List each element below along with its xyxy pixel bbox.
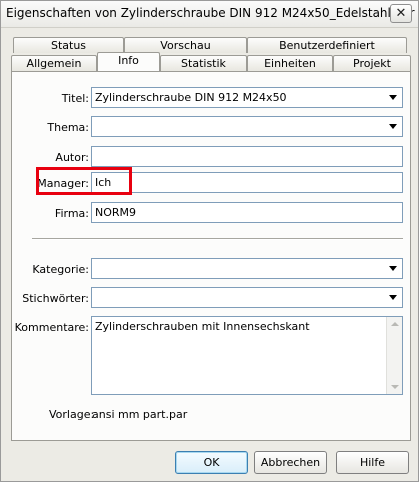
kommentare-scrollbar[interactable] bbox=[386, 317, 402, 394]
separator bbox=[32, 238, 403, 240]
chevron-down-icon[interactable] bbox=[389, 266, 397, 271]
kommentare-textarea[interactable]: Zylinderschrauben mit Innensechskant bbox=[91, 316, 403, 395]
scroll-down-icon[interactable] bbox=[391, 385, 399, 389]
stichwoerter-combobox[interactable] bbox=[91, 287, 403, 308]
titel-label: Titel: bbox=[61, 92, 89, 105]
chevron-down-icon[interactable] bbox=[389, 95, 397, 100]
thema-label: Thema: bbox=[47, 121, 89, 134]
autor-label: Autor: bbox=[55, 151, 89, 164]
manager-highlight-annotation bbox=[36, 167, 132, 195]
vorlage-value: ansi mm part.par bbox=[92, 408, 188, 421]
thema-combobox[interactable] bbox=[91, 116, 403, 137]
kategorie-label: Kategorie: bbox=[32, 263, 89, 276]
scroll-up-icon[interactable] bbox=[391, 322, 399, 326]
titel-combobox[interactable]: Zylinderschraube DIN 912 M24x50 bbox=[91, 87, 403, 108]
firma-value: NORM9 bbox=[95, 206, 137, 219]
vorlage-label: Vorlage: bbox=[49, 408, 95, 421]
kategorie-combobox[interactable] bbox=[91, 258, 403, 279]
chevron-down-icon[interactable] bbox=[389, 295, 397, 300]
firma-field[interactable]: NORM9 bbox=[91, 202, 403, 223]
chevron-down-icon[interactable] bbox=[389, 124, 397, 129]
manager-field[interactable]: Ich bbox=[91, 172, 403, 193]
kommentare-value: Zylinderschrauben mit Innensechskant bbox=[95, 320, 310, 333]
titel-value: Zylinderschraube DIN 912 M24x50 bbox=[95, 91, 287, 104]
kommentare-label: Kommentare: bbox=[14, 321, 89, 334]
autor-field[interactable] bbox=[91, 146, 403, 167]
stichwoerter-label: Stichwörter: bbox=[22, 292, 89, 305]
firma-label: Firma: bbox=[54, 207, 89, 220]
properties-dialog: Eigenschaften von Zylinderschraube DIN 9… bbox=[0, 0, 419, 482]
